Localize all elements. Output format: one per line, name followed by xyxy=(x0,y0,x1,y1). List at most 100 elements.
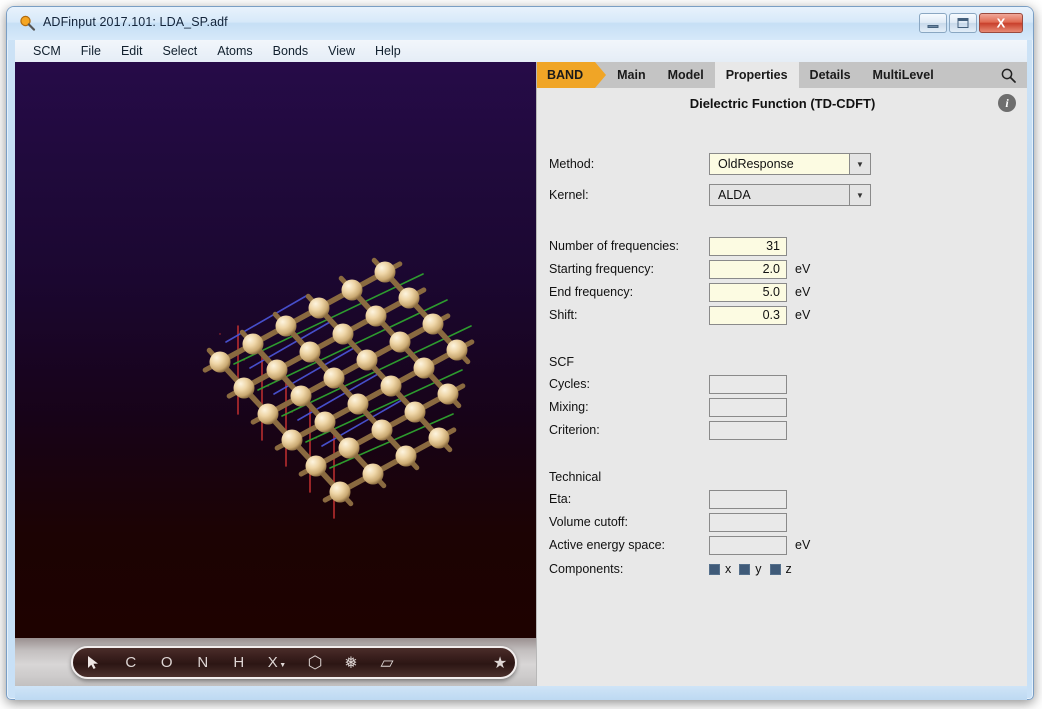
component-y-checkbox[interactable] xyxy=(739,564,750,575)
end-frequency-input[interactable]: 5.0 xyxy=(709,283,787,302)
number-of-frequencies-input[interactable]: 31 xyxy=(709,237,787,256)
tab-multilevel[interactable]: MultiLevel xyxy=(862,62,945,88)
method-dropdown[interactable]: OldResponse ▼ xyxy=(709,153,871,175)
component-z-checkbox[interactable] xyxy=(770,564,781,575)
plane-icon[interactable]: ▱ xyxy=(369,648,405,677)
tab-properties[interactable]: Properties xyxy=(715,62,799,88)
mixing-input[interactable] xyxy=(709,398,787,417)
criterion-input[interactable] xyxy=(709,421,787,440)
content-area: C O N H X ▼ ⬡ ❅ ▱ ★ ⧉ xyxy=(15,62,1027,686)
cycles-input[interactable] xyxy=(709,375,787,394)
eta-input[interactable] xyxy=(709,490,787,509)
field-row-starting-frequency: Starting frequency: 2.0 eV xyxy=(549,258,1019,280)
tab-details[interactable]: Details xyxy=(799,62,862,88)
molecule-3d-canvas[interactable] xyxy=(15,62,536,638)
cycles-label: Cycles: xyxy=(549,377,709,391)
atom-carbon-button[interactable]: C xyxy=(113,648,149,677)
atom-other-label: X xyxy=(268,654,279,671)
eta-label: Eta: xyxy=(549,492,709,506)
field-row-end-frequency: End frequency: 5.0 eV xyxy=(549,281,1019,303)
mixing-label: Mixing: xyxy=(549,400,709,414)
menu-item-file[interactable]: File xyxy=(71,42,111,60)
toolbar-spacer xyxy=(405,648,483,677)
tab-bar: BAND Main Model Properties Details Multi… xyxy=(537,62,1027,88)
info-icon[interactable]: i xyxy=(998,94,1016,112)
field-row-method: Method: OldResponse ▼ xyxy=(549,153,1019,175)
close-icon: X xyxy=(997,17,1006,30)
tab-main[interactable]: Main xyxy=(606,62,656,88)
window-title: ADFinput 2017.101: LDA_SP.adf xyxy=(43,15,228,29)
menu-item-atoms[interactable]: Atoms xyxy=(207,42,262,60)
components-label: Components: xyxy=(549,562,709,576)
volume-cutoff-input[interactable] xyxy=(709,513,787,532)
volume-cutoff-label: Volume cutoff: xyxy=(549,515,709,529)
crystal-lattice-render xyxy=(15,62,536,638)
field-row-components: Components: x y z xyxy=(549,558,1019,580)
snowflake-icon[interactable]: ❅ xyxy=(333,648,369,677)
kernel-value: ALDA xyxy=(710,188,751,202)
field-row-volume-cutoff: Volume cutoff: xyxy=(549,511,1019,533)
atom-other-dropdown[interactable]: X ▼ xyxy=(257,648,297,677)
search-icon[interactable] xyxy=(988,62,1027,88)
kernel-label: Kernel: xyxy=(549,188,709,202)
menu-item-bonds[interactable]: Bonds xyxy=(263,42,318,60)
select-cursor-icon[interactable] xyxy=(73,648,113,677)
field-row-number-of-frequencies: Number of frequencies: 31 xyxy=(549,235,1019,257)
magnifier-icon xyxy=(19,15,36,32)
field-row-shift: Shift: 0.3 eV xyxy=(549,304,1019,326)
atom-toolbar: C O N H X ▼ ⬡ ❅ ▱ ★ ⧉ xyxy=(71,646,517,679)
menu-bar: SCM File Edit Select Atoms Bonds View He… xyxy=(15,40,1027,62)
field-row-kernel: Kernel: ALDA ▼ xyxy=(549,184,1019,206)
menu-item-edit[interactable]: Edit xyxy=(111,42,153,60)
component-x-checkbox[interactable] xyxy=(709,564,720,575)
active-energy-space-label: Active energy space: xyxy=(549,538,709,552)
field-row-criterion: Criterion: xyxy=(549,419,1019,441)
number-of-frequencies-label: Number of frequencies: xyxy=(549,239,709,253)
minimize-icon xyxy=(928,25,939,28)
title-bar: ADFinput 2017.101: LDA_SP.adf X xyxy=(7,7,1033,40)
menu-item-help[interactable]: Help xyxy=(365,42,411,60)
chevron-down-icon[interactable]: ▼ xyxy=(849,154,870,174)
field-row-active-energy-space: Active energy space: eV xyxy=(549,534,1019,556)
active-energy-space-unit: eV xyxy=(795,538,810,552)
starting-frequency-input[interactable]: 2.0 xyxy=(709,260,787,279)
maximize-button[interactable] xyxy=(949,13,977,33)
field-row-eta: Eta: xyxy=(549,488,1019,510)
status-bar xyxy=(15,686,1027,700)
minimize-button[interactable] xyxy=(919,13,947,33)
menu-item-scm[interactable]: SCM xyxy=(23,42,71,60)
field-row-mixing: Mixing: xyxy=(549,396,1019,418)
menu-item-view[interactable]: View xyxy=(318,42,365,60)
viewport-toolbar-strip: C O N H X ▼ ⬡ ❅ ▱ ★ ⧉ xyxy=(15,638,536,686)
close-button[interactable]: X xyxy=(979,13,1023,33)
program-badge-band[interactable]: BAND xyxy=(537,62,595,88)
star-icon[interactable]: ★ xyxy=(483,648,517,677)
chevron-down-icon[interactable]: ▼ xyxy=(849,185,870,205)
method-label: Method: xyxy=(549,157,709,171)
scf-heading-label: SCF xyxy=(549,355,574,369)
page-title: Dielectric Function (TD-CDFT) xyxy=(690,96,876,111)
component-y-label: y xyxy=(755,562,761,576)
atom-nitrogen-button[interactable]: N xyxy=(185,648,221,677)
active-energy-space-input[interactable] xyxy=(709,536,787,555)
menu-item-select[interactable]: Select xyxy=(152,42,207,60)
scf-section-heading: SCF xyxy=(549,351,1019,373)
kernel-dropdown[interactable]: ALDA ▼ xyxy=(709,184,871,206)
criterion-label: Criterion: xyxy=(549,423,709,437)
atom-oxygen-button[interactable]: O xyxy=(149,648,185,677)
tab-model[interactable]: Model xyxy=(657,62,715,88)
molecule-viewport-pane: C O N H X ▼ ⬡ ❅ ▱ ★ ⧉ xyxy=(15,62,536,686)
starting-frequency-unit: eV xyxy=(795,262,810,276)
atom-hydrogen-button[interactable]: H xyxy=(221,648,257,677)
shift-input[interactable]: 0.3 xyxy=(709,306,787,325)
ring-hexagon-icon[interactable]: ⬡ xyxy=(297,648,333,677)
chevron-down-icon: ▼ xyxy=(279,662,286,669)
shift-label: Shift: xyxy=(549,308,709,322)
components-checkbox-group: x y z xyxy=(709,562,798,576)
starting-frequency-label: Starting frequency: xyxy=(549,262,709,276)
end-frequency-label: End frequency: xyxy=(549,285,709,299)
properties-form: Method: OldResponse ▼ Kernel: ALDA ▼ xyxy=(537,118,1027,686)
end-frequency-unit: eV xyxy=(795,285,810,299)
panel-header: Dielectric Function (TD-CDFT) i xyxy=(537,88,1027,118)
maximize-icon xyxy=(958,18,969,28)
